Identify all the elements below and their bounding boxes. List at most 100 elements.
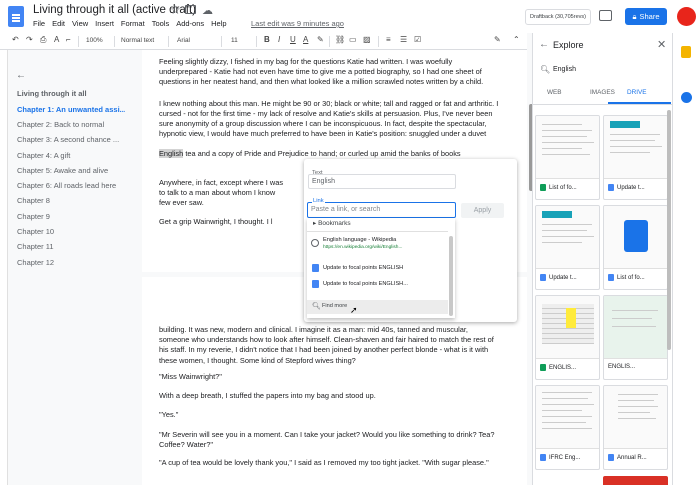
outline-item-chapter-5[interactable]: Chapter 5: Awake and alive bbox=[17, 166, 125, 175]
outline-item-chapter-11[interactable]: Chapter 11 bbox=[17, 242, 125, 251]
share-button[interactable]: 🔒︎ Share bbox=[625, 8, 667, 25]
outline-item-chapter-2[interactable]: Chapter 2: Back to normal bbox=[17, 120, 125, 129]
line-spacing-icon[interactable]: ☰ bbox=[400, 35, 407, 44]
comment-icon[interactable] bbox=[599, 10, 612, 21]
outline-item-chapter-9[interactable]: Chapter 9 bbox=[17, 212, 125, 221]
move-folder-icon[interactable] bbox=[185, 5, 196, 14]
draftback-button[interactable]: Draftback (30,705revs) bbox=[525, 9, 591, 25]
paragraph: to talk to a man about whom I know bbox=[159, 188, 276, 197]
drive-result-card[interactable]: Annual R... bbox=[603, 385, 668, 470]
suggestion-wikipedia-url[interactable]: https://en.wikipedia.org/wiki/English... bbox=[323, 245, 402, 250]
outline-item-chapter-3[interactable]: Chapter 3: A second chance ... bbox=[17, 135, 125, 144]
outline-item-chapter-4[interactable]: Chapter 4: A gift bbox=[17, 151, 125, 160]
tab-drive[interactable]: DRIVE bbox=[627, 89, 647, 96]
star-icon[interactable]: ☆ bbox=[170, 3, 181, 17]
insert-image-icon[interactable]: ▨ bbox=[363, 35, 371, 44]
drive-result-card[interactable]: ENGLIS... bbox=[603, 295, 668, 380]
last-edit-link[interactable]: Last edit was 9 minutes ago bbox=[251, 19, 344, 28]
paragraph: With a deep breath, I stuffed the papers… bbox=[159, 391, 376, 400]
redo-icon[interactable]: ↷ bbox=[26, 35, 33, 44]
bold-icon[interactable]: B bbox=[264, 35, 270, 44]
apply-button[interactable]: Apply bbox=[461, 203, 504, 218]
menu-edit[interactable]: Edit bbox=[52, 19, 65, 28]
docs-logo[interactable] bbox=[8, 6, 24, 27]
outline-item-chapter-12[interactable]: Chapter 12 bbox=[17, 258, 125, 267]
google-doc-icon bbox=[312, 264, 319, 272]
menu-tools[interactable]: Tools bbox=[152, 19, 170, 28]
explore-search-input[interactable]: English bbox=[553, 66, 576, 73]
doc-thumbnail bbox=[604, 206, 667, 269]
menu-insert[interactable]: Insert bbox=[95, 19, 114, 28]
drive-result-card[interactable]: Update t... bbox=[603, 115, 668, 200]
drive-result-card[interactable]: List of fo... bbox=[535, 115, 600, 200]
style-select[interactable]: Normal text bbox=[121, 37, 154, 44]
drive-result-card[interactable]: IFRC Eng... bbox=[535, 385, 600, 470]
paragraph: Anywhere, in fact, except where I was bbox=[159, 178, 284, 187]
link-text-input[interactable]: English bbox=[308, 174, 456, 189]
tab-web[interactable]: WEB bbox=[547, 89, 562, 96]
suggestion-wikipedia-title[interactable]: English language - Wikipedia bbox=[323, 237, 396, 243]
find-more-label[interactable]: Find more bbox=[322, 303, 347, 309]
tab-images[interactable]: IMAGES bbox=[590, 89, 615, 96]
card-caption: List of fo... bbox=[608, 274, 645, 281]
spellcheck-icon[interactable]: A bbox=[54, 35, 59, 44]
italic-icon[interactable]: I bbox=[278, 35, 280, 44]
link-icon[interactable]: ⛓ bbox=[335, 35, 345, 44]
drive-result-card[interactable]: Update t... bbox=[535, 205, 600, 290]
align-icon[interactable]: ≡ bbox=[386, 35, 391, 44]
keep-icon[interactable] bbox=[681, 46, 691, 58]
drive-result-card[interactable] bbox=[603, 476, 668, 485]
paint-format-icon[interactable]: ⌐ bbox=[66, 35, 71, 44]
drive-result-card[interactable]: ENGLIS... bbox=[535, 295, 600, 380]
menu-format[interactable]: Format bbox=[121, 19, 145, 28]
doc-thumbnail bbox=[604, 296, 667, 359]
menu-view[interactable]: View bbox=[72, 19, 88, 28]
suggestion-doc-2[interactable]: Update to focal points ENGLISH... bbox=[323, 281, 408, 287]
underline-icon[interactable]: U bbox=[290, 35, 296, 44]
doc-thumbnail bbox=[604, 116, 667, 179]
outline-item-chapter-1[interactable]: Chapter 1: An unwanted assi... bbox=[17, 105, 125, 114]
vertical-ruler[interactable] bbox=[0, 50, 8, 485]
font-size-select[interactable]: 11 bbox=[231, 37, 238, 44]
card-title: IFRC Eng... bbox=[549, 454, 581, 461]
zoom-select[interactable]: 100% bbox=[86, 37, 103, 44]
menu-help[interactable]: Help bbox=[211, 19, 226, 28]
bookmarks-toggle[interactable]: ▸ Bookmarks bbox=[313, 219, 351, 227]
arrow-back-icon[interactable]: ← bbox=[539, 39, 549, 50]
suggestion-doc-1[interactable]: Update to focal points ENGLISH bbox=[323, 265, 403, 271]
card-caption: ENGLIS... bbox=[608, 364, 635, 370]
close-icon[interactable]: ✕ bbox=[657, 38, 666, 51]
text-color-icon[interactable]: A bbox=[303, 35, 308, 44]
tasks-icon[interactable] bbox=[681, 92, 692, 103]
arrow-back-icon[interactable]: ← bbox=[16, 70, 26, 81]
menu-addons[interactable]: Add-ons bbox=[176, 19, 204, 28]
print-icon[interactable]: ⎙ bbox=[40, 35, 46, 45]
divider bbox=[114, 36, 115, 47]
font-select[interactable]: Arial bbox=[177, 37, 190, 44]
outline-item-chapter-6[interactable]: Chapter 6: All roads lead here bbox=[17, 181, 125, 190]
checklist-icon[interactable]: ☑ bbox=[414, 35, 421, 44]
outline-item-chapter-8[interactable]: Chapter 8 bbox=[17, 196, 125, 205]
paragraph: I knew nothing about this man. He might … bbox=[159, 99, 499, 119]
avatar[interactable] bbox=[677, 7, 696, 26]
menu-file[interactable]: File bbox=[33, 19, 45, 28]
explore-scrollbar[interactable] bbox=[667, 110, 671, 350]
outline-item-chapter-10[interactable]: Chapter 10 bbox=[17, 227, 125, 236]
link-url-input[interactable]: Paste a link, or search bbox=[307, 202, 456, 218]
drive-result-card[interactable]: List of fo... bbox=[603, 205, 668, 290]
add-comment-icon[interactable]: ▭ bbox=[349, 35, 357, 44]
divider bbox=[329, 36, 330, 47]
undo-icon[interactable]: ↶ bbox=[12, 35, 19, 44]
cloud-status-icon[interactable]: ☁ bbox=[202, 4, 213, 17]
menu-bar: File Edit View Insert Format Tools Add-o… bbox=[33, 19, 234, 28]
doc-thumbnail bbox=[536, 206, 599, 269]
highlight-icon[interactable]: ✎ bbox=[317, 35, 324, 44]
card-caption: Annual R... bbox=[608, 454, 647, 461]
card-title: Update t... bbox=[549, 274, 577, 281]
edit-mode-icon[interactable]: ✎ bbox=[494, 35, 501, 44]
search-icon: 🔍︎ bbox=[540, 65, 551, 74]
dropdown-scrollbar[interactable] bbox=[449, 236, 453, 316]
google-doc-icon bbox=[312, 280, 319, 288]
collapse-icon[interactable]: ⌃ bbox=[513, 35, 520, 44]
outline-item-title[interactable]: Living through it all bbox=[17, 89, 125, 98]
